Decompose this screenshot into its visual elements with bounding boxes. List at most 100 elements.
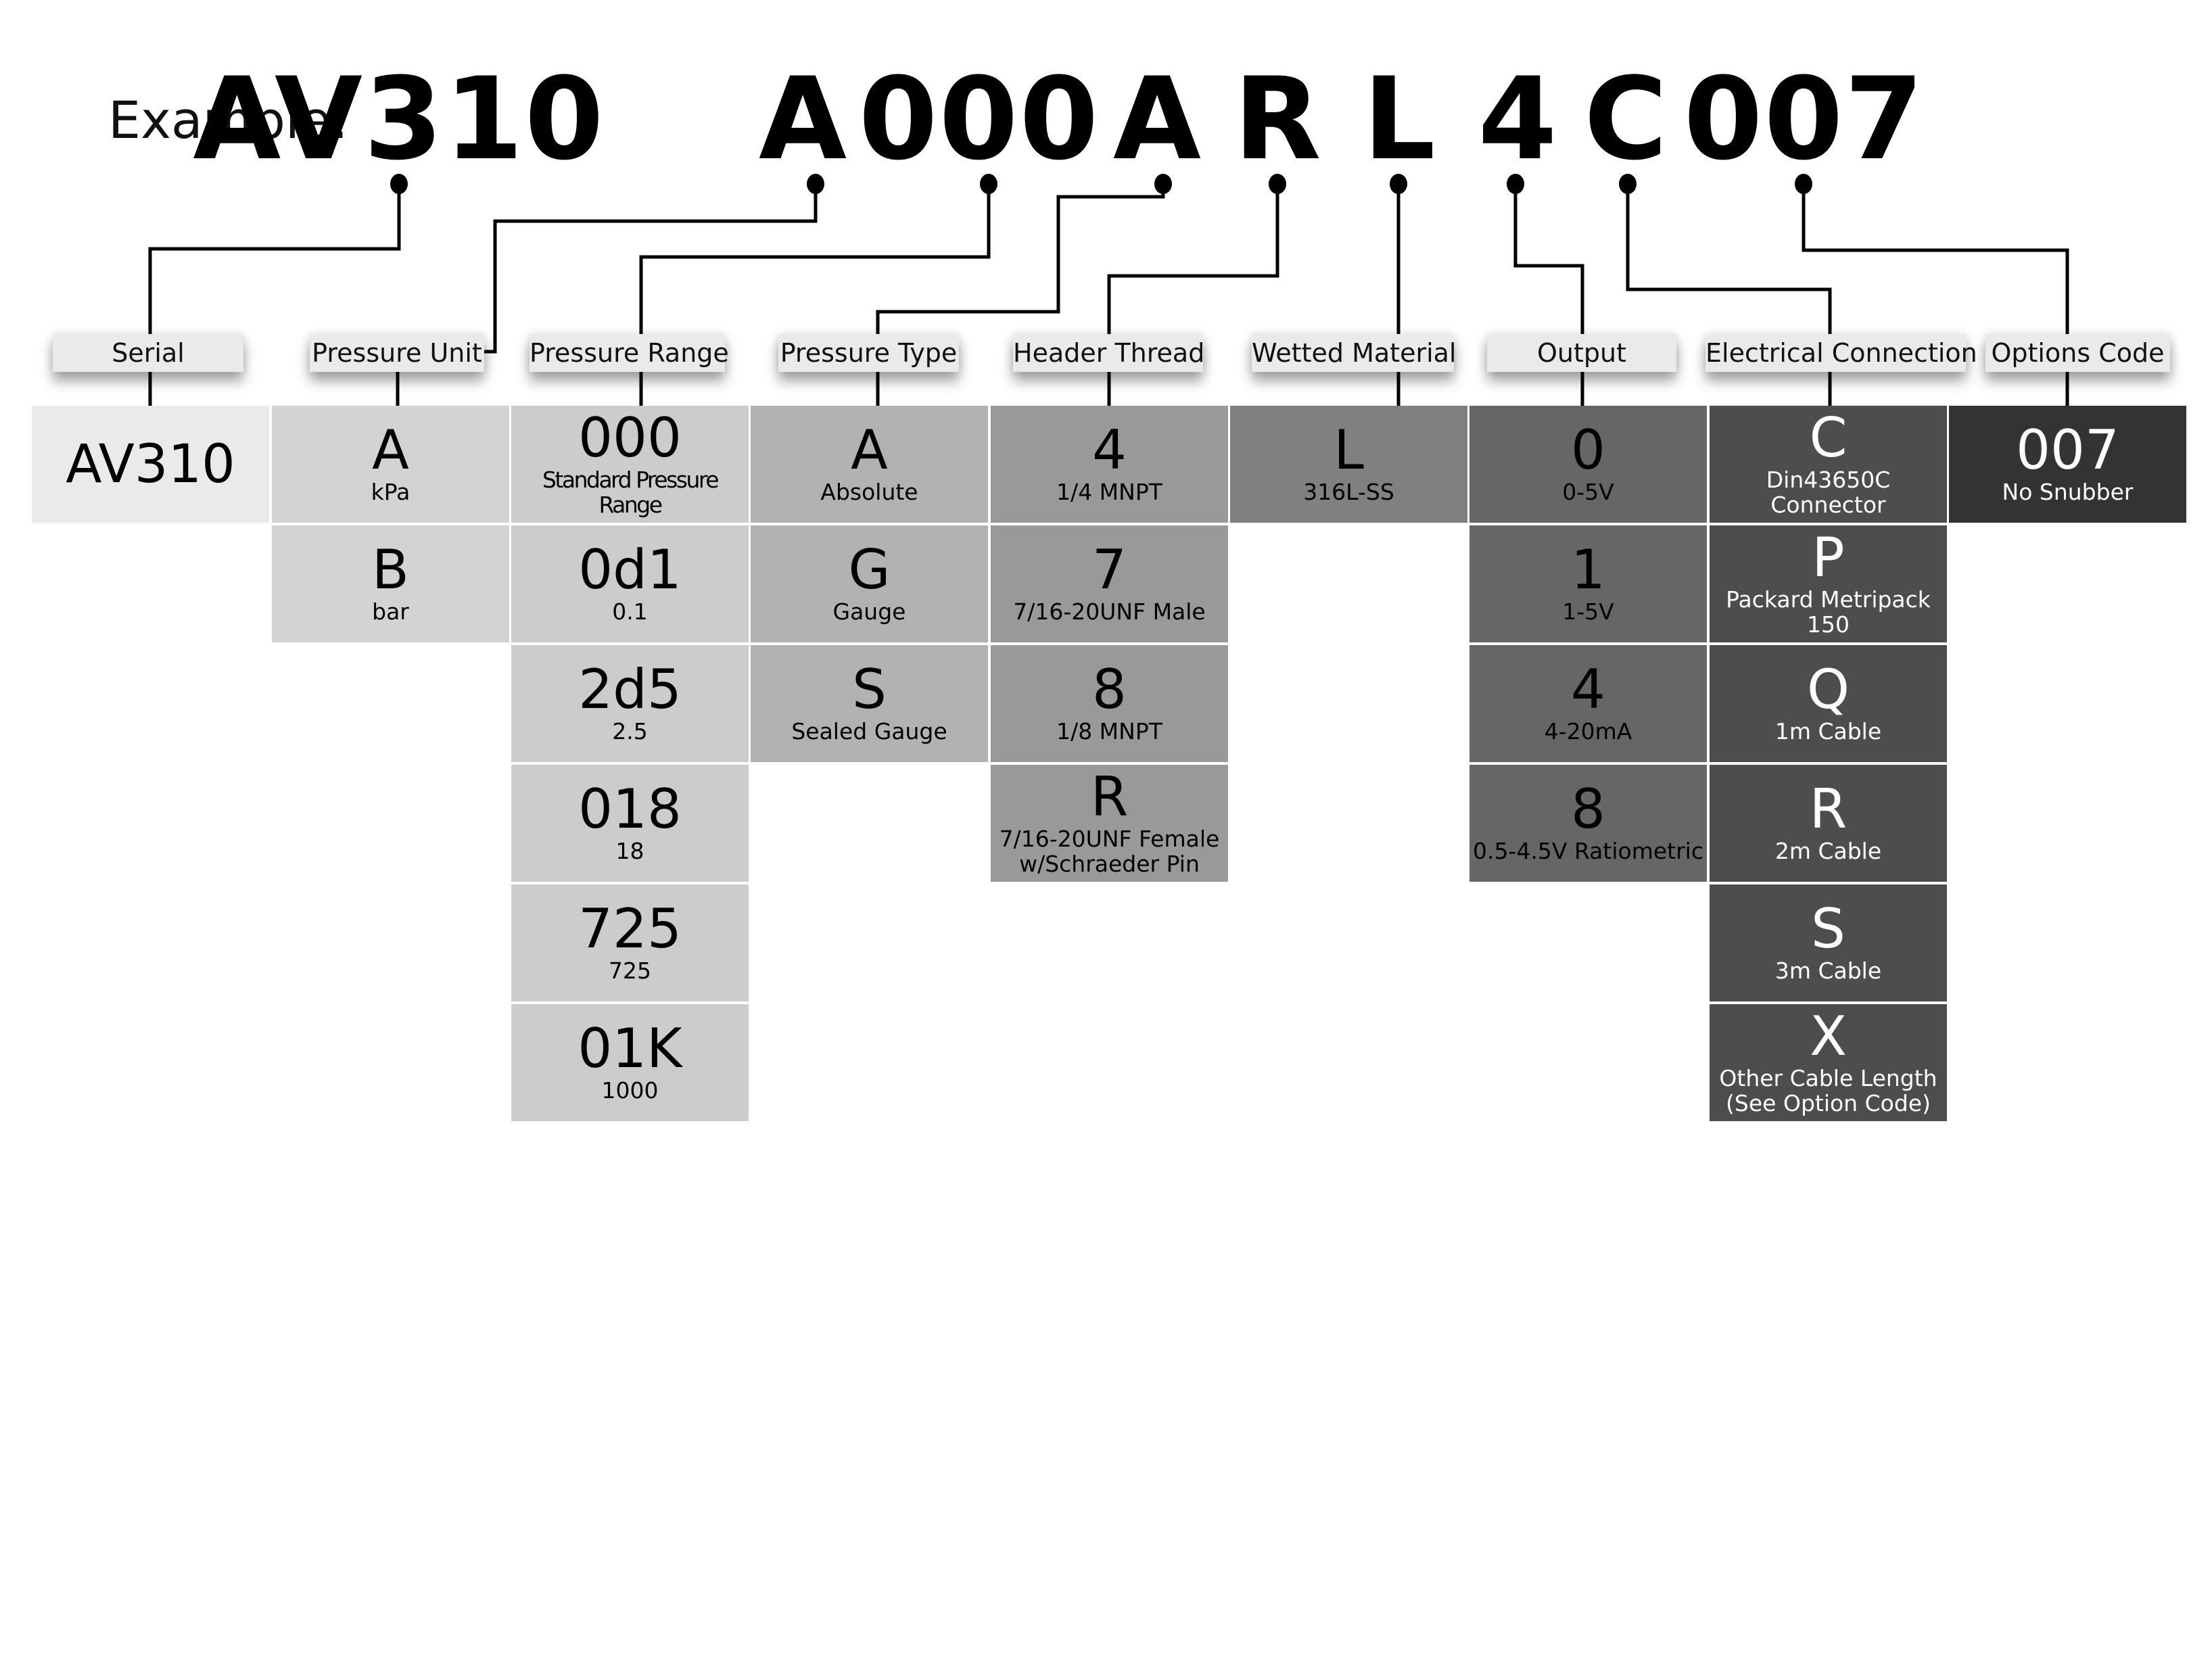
- connector-line: [1626, 184, 1832, 334]
- code-segment: C: [1584, 53, 1669, 185]
- code-segment: A: [758, 53, 849, 185]
- option-description: 2m Cable: [1774, 838, 1882, 865]
- option-cell: 007 No Snubber: [1949, 406, 2186, 523]
- connector-line: [876, 184, 1165, 334]
- option-cell: Bbar: [272, 525, 509, 642]
- option-code: G: [848, 538, 891, 602]
- option-cell: S Sealed Gauge: [751, 645, 988, 762]
- option-code: R: [1090, 765, 1129, 829]
- option-cell: 1 1-5V: [1469, 525, 1707, 642]
- option-description: Sealed Gauge: [791, 718, 947, 745]
- option-code: 8: [1092, 658, 1127, 722]
- connector-line: [639, 184, 991, 334]
- option-description: 1/8 MNPT: [1056, 718, 1162, 745]
- option-code: 0d1: [578, 538, 682, 602]
- code-segment: R: [1233, 53, 1323, 185]
- code-segment: A: [1112, 53, 1203, 185]
- option-description: 4-20mA: [1544, 718, 1632, 745]
- option-code: 2d5: [578, 658, 682, 722]
- connector-line: [1107, 184, 1279, 334]
- code-segment: 007: [1683, 53, 1925, 185]
- option-code: S: [852, 658, 887, 722]
- option-cell: 7 7/16-20UNF Male: [991, 525, 1228, 642]
- option-code: A: [372, 419, 409, 482]
- option-cell: AkPa: [272, 406, 509, 523]
- option-code: S: [1811, 897, 1845, 961]
- connector-line: [1513, 184, 1584, 334]
- option-code: AV310: [66, 433, 235, 495]
- category-label: Electrical Connection: [1705, 334, 1977, 372]
- option-code: Q: [1807, 658, 1850, 722]
- option-cell: C Din43650C Connector: [1710, 406, 1947, 523]
- option-cell: 018 18: [511, 765, 749, 882]
- option-code: X: [1810, 1005, 1847, 1068]
- category-label: Pressure Range: [530, 334, 729, 372]
- option-description: Packard Metripack 150: [1726, 586, 1931, 638]
- category-label: Serial: [53, 334, 243, 372]
- category-label: Output: [1487, 334, 1676, 372]
- option-cell: L 316L-SS: [1230, 406, 1467, 523]
- option-description: Din43650C Connector: [1766, 467, 1891, 518]
- option-code: B: [372, 538, 409, 602]
- option-cell: R 7/16-20UNF Female w/Schraeder Pin: [991, 765, 1228, 882]
- option-description: 0-5V: [1562, 479, 1614, 506]
- category-label: Wetted Material: [1252, 334, 1456, 372]
- option-cell: 01K 1000: [511, 1004, 749, 1121]
- option-description: 2.5: [612, 718, 648, 745]
- option-cell: P Packard Metripack 150: [1710, 525, 1947, 642]
- option-description: Standard Pressure Range: [542, 467, 720, 518]
- option-description: 0.5-4.5V Ratiometric: [1473, 838, 1703, 865]
- option-code: L: [1334, 419, 1364, 482]
- connector-line: [484, 184, 818, 354]
- code-segment: L: [1363, 53, 1437, 185]
- option-description: 18: [615, 838, 644, 865]
- option-cell: 725 725: [511, 884, 749, 1001]
- option-cell: 000 Standard Pressure Range: [511, 406, 749, 523]
- option-code: 725: [578, 897, 682, 961]
- option-description: 7/16-20UNF Male: [1013, 598, 1206, 625]
- category-label: Pressure Type: [778, 334, 959, 372]
- option-code: 018: [578, 778, 682, 841]
- option-cell: A Absolute: [751, 406, 988, 523]
- option-code: 8: [1571, 778, 1605, 841]
- option-code: C: [1809, 406, 1848, 470]
- option-description: 1m Cable: [1774, 718, 1882, 745]
- option-cell: 8 1/8 MNPT: [991, 645, 1228, 762]
- option-cell: Q 1m Cable: [1710, 645, 1947, 762]
- option-code: A: [851, 419, 888, 482]
- option-cell: AV310: [32, 406, 269, 523]
- option-description: 725: [609, 958, 651, 985]
- option-description: 0.1: [612, 598, 648, 625]
- category-label: Pressure Unit: [310, 334, 484, 372]
- option-cell: 4 1/4 MNPT: [991, 406, 1228, 523]
- option-description: bar: [372, 598, 409, 625]
- option-description: kPa: [371, 479, 410, 506]
- option-description: 316L-SS: [1303, 479, 1394, 506]
- option-cell: 0d1 0.1: [511, 525, 749, 642]
- option-cell: 2d5 2.5: [511, 645, 749, 762]
- connector-line: [148, 184, 401, 334]
- option-code: 4: [1571, 658, 1605, 722]
- option-description: 1000: [601, 1077, 659, 1104]
- option-cell: X Other Cable Length (See Option Code): [1710, 1004, 1947, 1121]
- option-cell: 8 0.5-4.5V Ratiometric: [1469, 765, 1707, 882]
- category-label: Header Thread: [1013, 334, 1204, 372]
- option-code: R: [1809, 778, 1848, 841]
- option-code: 1: [1571, 538, 1605, 602]
- option-code: 7: [1092, 538, 1127, 602]
- option-code: 0: [1571, 419, 1605, 482]
- option-cell: G Gauge: [751, 525, 988, 642]
- connector-line: [1802, 184, 2069, 334]
- option-description: 1/4 MNPT: [1056, 479, 1162, 506]
- option-description: No Snubber: [2002, 479, 2134, 506]
- option-cell: 0 0-5V: [1469, 406, 1707, 523]
- option-description: Other Cable Length (See Option Code): [1719, 1065, 1937, 1116]
- option-code: P: [1812, 526, 1845, 590]
- option-code: 000: [578, 406, 682, 470]
- code-segment: 000: [858, 53, 1100, 185]
- option-cell: 4 4-20mA: [1469, 645, 1707, 762]
- option-description: 3m Cable: [1774, 958, 1882, 985]
- option-description: 1-5V: [1562, 598, 1614, 625]
- option-code: 007: [2016, 419, 2119, 482]
- option-code: 4: [1092, 419, 1127, 482]
